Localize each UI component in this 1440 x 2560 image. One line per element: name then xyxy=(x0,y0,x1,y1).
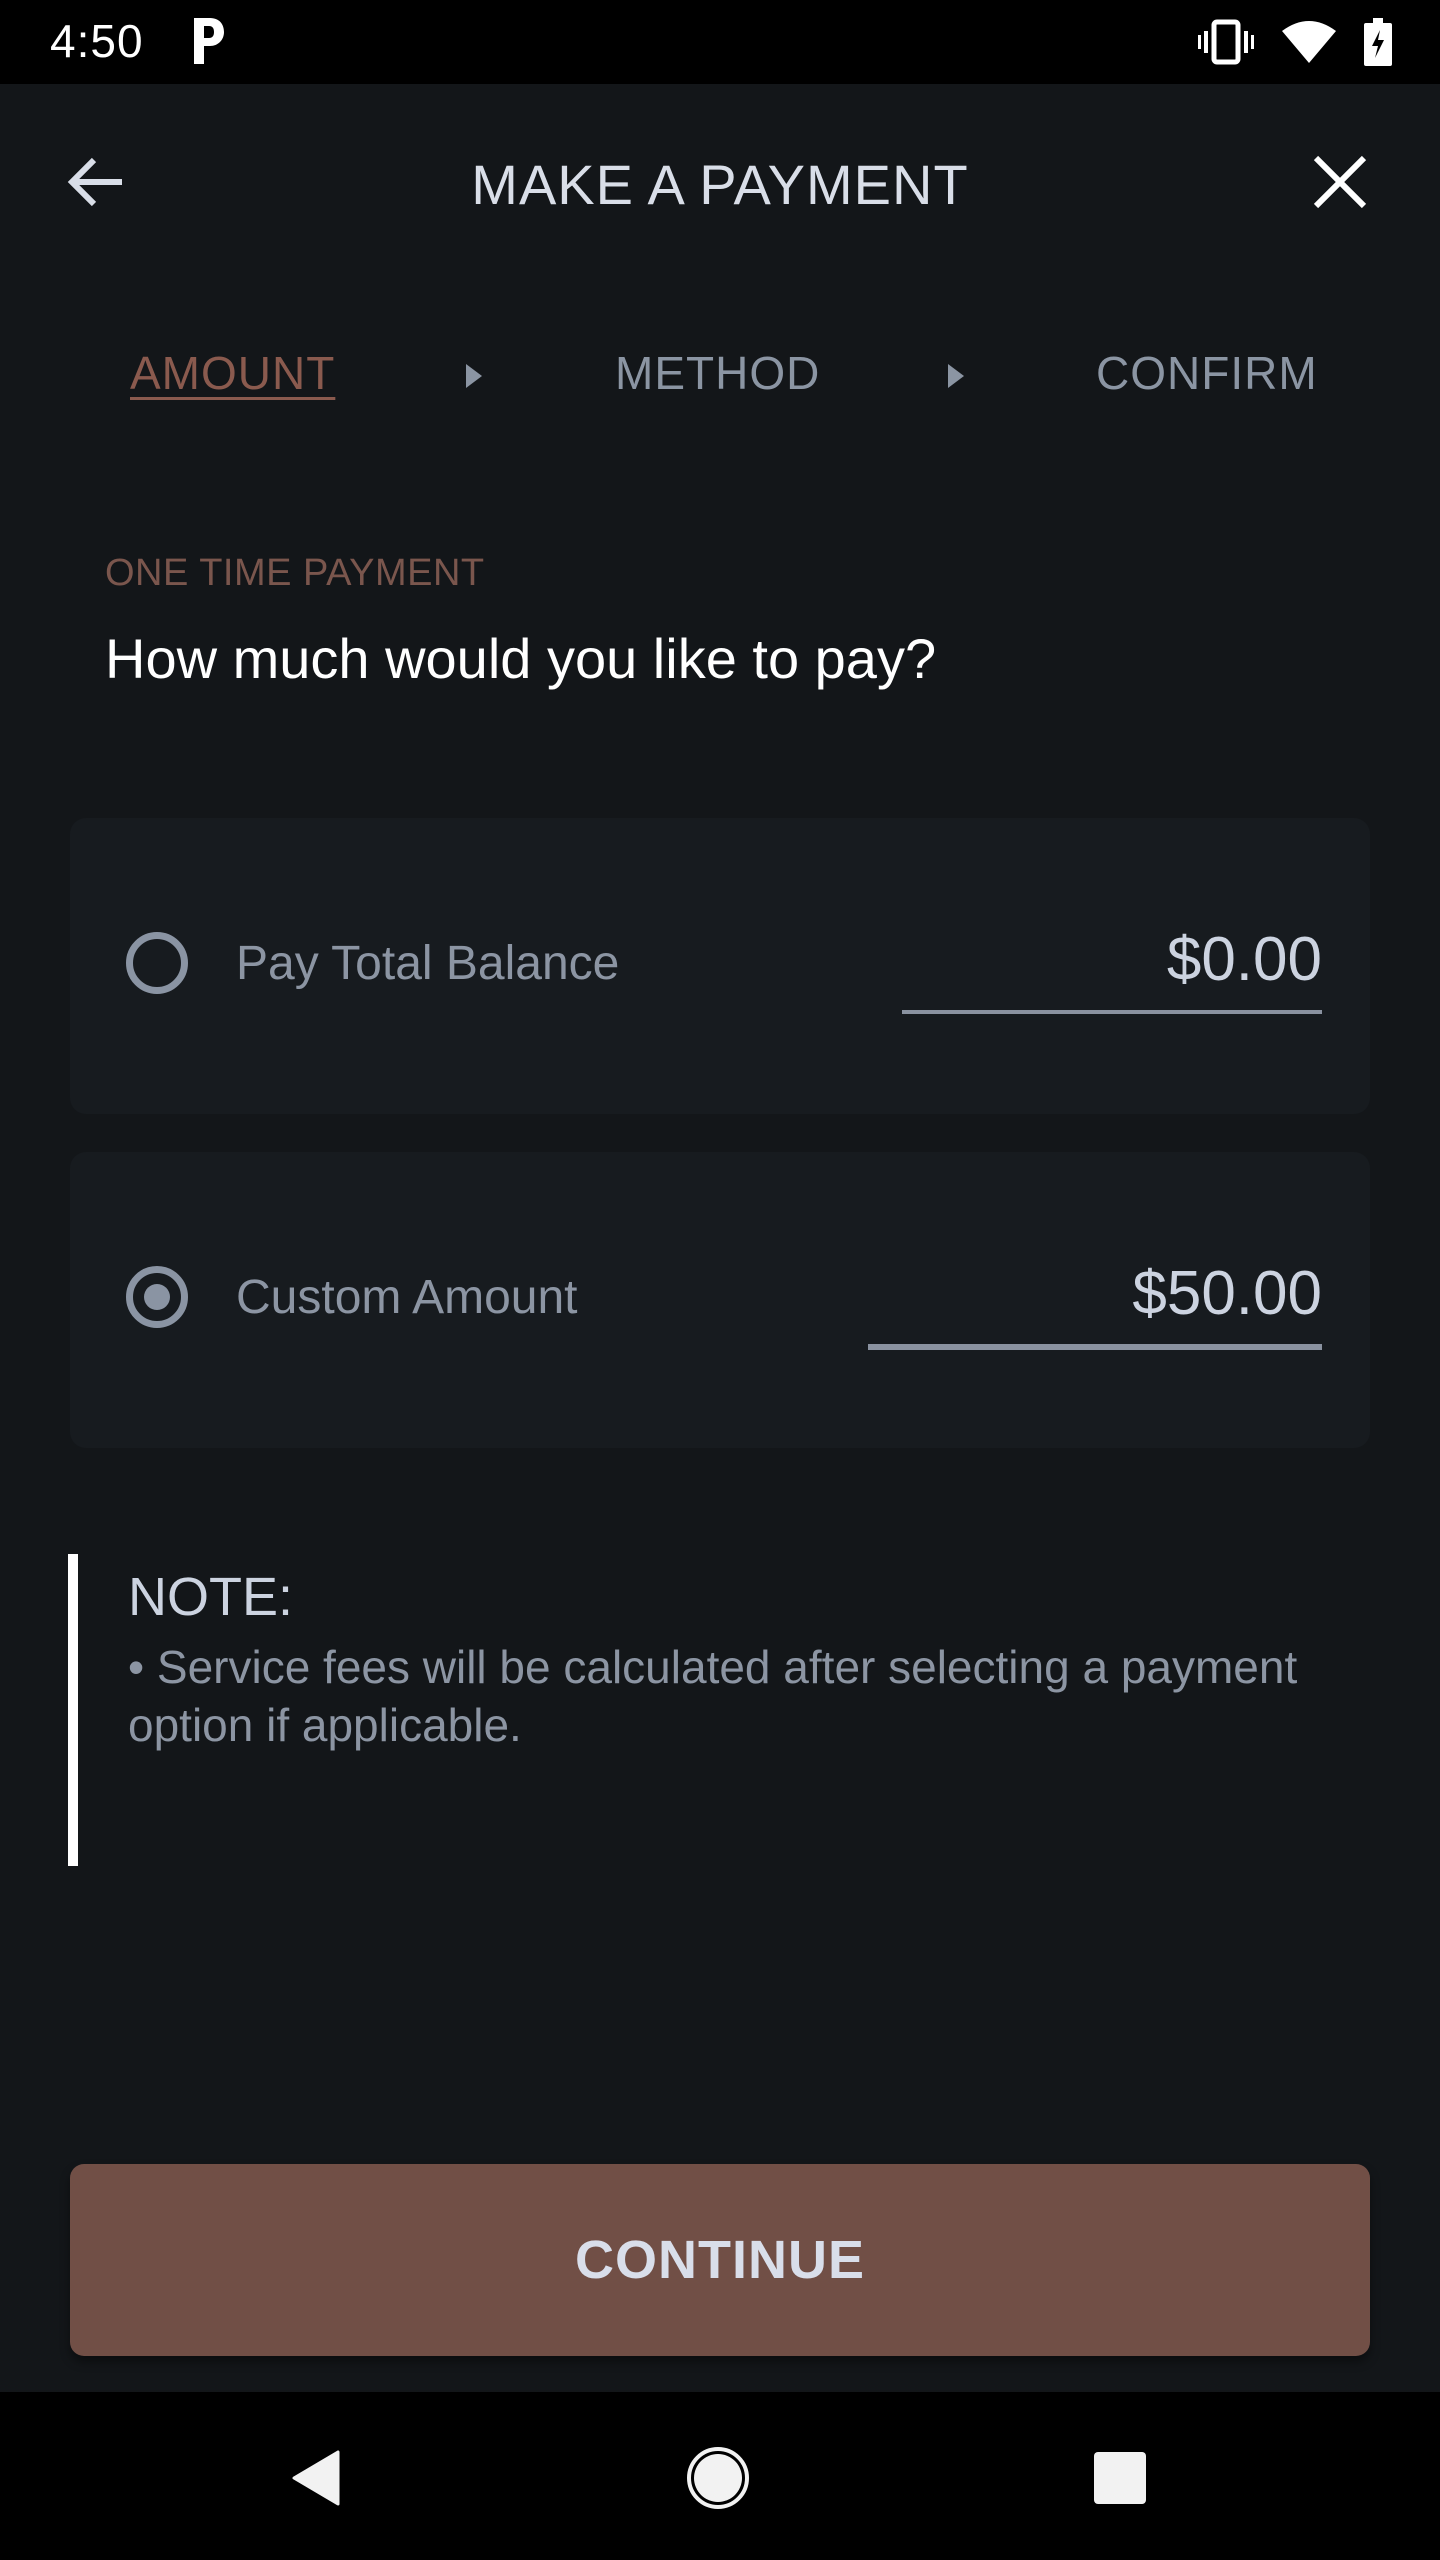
note-body: • Service fees will be calculated after … xyxy=(128,1641,1298,1751)
note-box: NOTE: • Service fees will be calculated … xyxy=(68,1554,1408,1866)
field-underline xyxy=(902,1010,1322,1014)
nav-back-icon[interactable] xyxy=(284,2446,348,2510)
parking-p-icon xyxy=(194,18,224,64)
close-icon[interactable] xyxy=(1308,150,1372,214)
note-title: NOTE: xyxy=(128,1567,294,1627)
battery-charging-icon xyxy=(1364,18,1392,66)
radio-custom-amount[interactable] xyxy=(126,1266,188,1328)
status-time: 4:50 xyxy=(50,15,144,67)
app-bar: MAKE A PAYMENT xyxy=(0,84,1440,284)
custom-amount-field[interactable] xyxy=(882,1258,1322,1329)
option-card-custom-amount[interactable]: Custom Amount xyxy=(70,1152,1370,1448)
step-arrow-icon xyxy=(466,364,482,388)
page-title: MAKE A PAYMENT xyxy=(471,153,969,216)
system-nav-bar xyxy=(0,2392,1440,2560)
step-arrow-icon xyxy=(948,364,964,388)
step-amount[interactable]: AMOUNT xyxy=(130,346,335,400)
section-question: How much would you like to pay? xyxy=(105,627,937,690)
status-bar: 4:50 xyxy=(0,0,1440,84)
section-eyebrow: ONE TIME PAYMENT xyxy=(105,552,485,594)
step-indicator: AMOUNT METHOD CONFIRM xyxy=(0,346,1440,406)
field-underline xyxy=(868,1344,1322,1350)
nav-home-icon[interactable] xyxy=(686,2446,750,2510)
wifi-icon xyxy=(1282,21,1336,63)
continue-button[interactable]: CONTINUE xyxy=(70,2164,1370,2356)
step-method[interactable]: METHOD xyxy=(615,346,820,400)
radio-pay-total-balance[interactable] xyxy=(126,932,188,994)
option-label: Pay Total Balance xyxy=(236,937,620,990)
total-balance-amount-field[interactable] xyxy=(922,924,1322,995)
nav-recents-icon[interactable] xyxy=(1088,2446,1152,2510)
option-card-total-balance[interactable]: Pay Total Balance xyxy=(70,818,1370,1114)
option-label: Custom Amount xyxy=(236,1271,578,1324)
vibrate-icon xyxy=(1198,19,1254,65)
step-confirm[interactable]: CONFIRM xyxy=(1096,346,1318,400)
